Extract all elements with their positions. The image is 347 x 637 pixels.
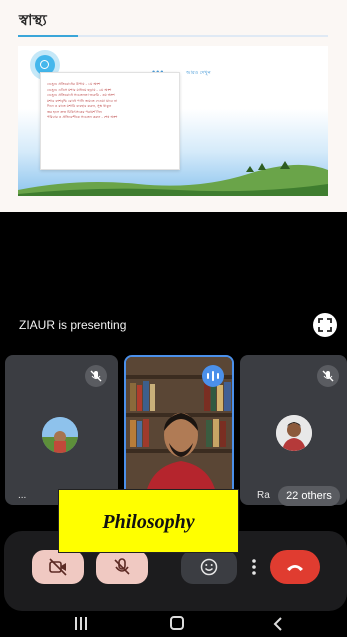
participant-name-right: Ra (257, 490, 270, 501)
mic-toggle-button[interactable] (96, 550, 148, 584)
mic-off-icon (85, 365, 107, 387)
title-underline (18, 35, 328, 37)
slide-text-card: ডেঙ্গু প্রতিরোধের উপায় - ১ম অংশ ডেঙ্গু … (40, 72, 180, 170)
participant-tile-left[interactable] (5, 355, 118, 505)
shared-screen: স্বাস্থ্য ••• আরও দেখুন ডেঙ্গু প্রতিরোধে… (0, 0, 347, 212)
slide-text-line: পরিবার ও প্রতিবেশীকে সচেতন করুন - শেষ অং… (47, 115, 118, 119)
avatar (276, 415, 312, 451)
participant-tile-right[interactable] (240, 355, 347, 505)
fullscreen-icon (318, 318, 332, 332)
back-icon[interactable] (273, 617, 283, 631)
presenting-label: ZIAUR is presenting (19, 318, 127, 332)
slide-title: স্বাস্থ্য (19, 11, 47, 29)
mic-off-icon (114, 558, 130, 575)
recent-apps-button[interactable] (74, 617, 88, 630)
caption-box: Philosophy (58, 489, 239, 553)
reactions-button[interactable] (181, 550, 237, 584)
home-button[interactable] (170, 616, 184, 630)
emoji-icon (200, 558, 218, 576)
more-options-button[interactable] (247, 550, 261, 584)
system-nav-bar (0, 611, 347, 637)
speaking-indicator-icon (202, 365, 224, 387)
others-count-badge[interactable]: 22 others (278, 486, 340, 506)
end-call-icon (287, 565, 303, 571)
mic-off-icon (317, 365, 339, 387)
slide-link: আরও দেখুন (186, 70, 211, 76)
fullscreen-button[interactable] (313, 313, 337, 337)
more-vert-icon (252, 559, 256, 575)
camera-off-icon (49, 558, 67, 576)
participant-tile-active[interactable] (124, 355, 234, 505)
participant-name-left: ... (18, 490, 27, 501)
end-call-button[interactable] (270, 550, 320, 584)
camera-toggle-button[interactable] (32, 550, 84, 584)
avatar (42, 417, 78, 453)
